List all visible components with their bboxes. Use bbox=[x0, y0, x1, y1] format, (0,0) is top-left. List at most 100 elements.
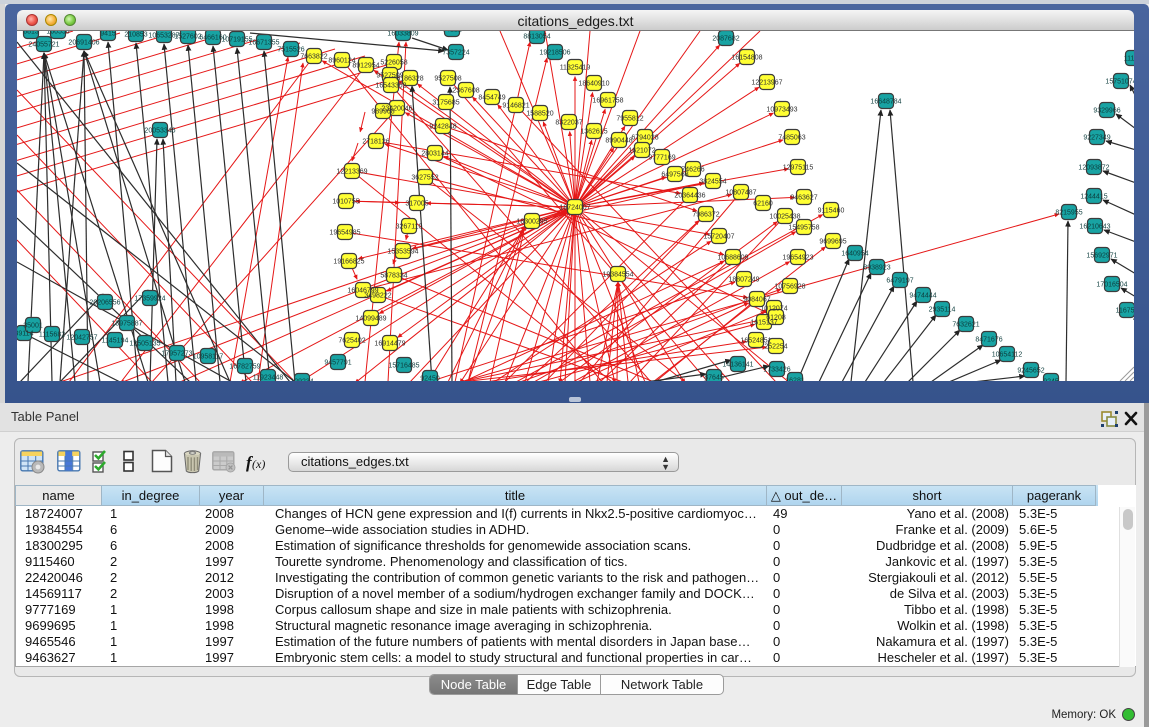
svg-text:8912954: 8912954 bbox=[352, 63, 379, 70]
svg-text:62160: 62160 bbox=[753, 201, 773, 208]
svg-text:2367608: 2367608 bbox=[452, 88, 479, 95]
svg-text:19384554: 19384554 bbox=[602, 272, 633, 279]
svg-text:20053346: 20053346 bbox=[144, 128, 175, 135]
svg-text:9463627: 9463627 bbox=[790, 195, 817, 202]
svg-text:7663822: 7663822 bbox=[300, 54, 327, 61]
svg-text:9115460: 9115460 bbox=[818, 208, 845, 215]
svg-text:1527602: 1527602 bbox=[174, 34, 201, 41]
svg-text:10807487: 10807487 bbox=[725, 190, 756, 197]
svg-text:1145194: 1145194 bbox=[102, 338, 129, 345]
svg-text:10958117: 10958117 bbox=[193, 354, 224, 361]
svg-text:11124: 11124 bbox=[1124, 56, 1134, 63]
svg-text:10756928: 10756928 bbox=[774, 284, 805, 291]
svg-text:16914479: 16914479 bbox=[374, 341, 405, 348]
svg-text:10973493: 10973493 bbox=[766, 107, 797, 114]
svg-text:16648784: 16648784 bbox=[870, 99, 901, 106]
svg-text:3824554: 3824554 bbox=[699, 179, 726, 186]
svg-text:9777169: 9777169 bbox=[648, 155, 675, 162]
svg-text:17016504: 17016504 bbox=[1096, 282, 1127, 289]
svg-text:16543362: 16543362 bbox=[375, 83, 406, 90]
svg-text:14099489: 14099489 bbox=[355, 316, 386, 323]
svg-text:15692971: 15692971 bbox=[1086, 253, 1117, 260]
svg-text:12213369: 12213369 bbox=[336, 169, 367, 176]
svg-text:1010755: 1010755 bbox=[332, 199, 359, 206]
svg-text:8990448: 8990448 bbox=[605, 138, 632, 145]
svg-text:16033809: 16033809 bbox=[387, 31, 418, 38]
svg-text:6479197: 6479197 bbox=[886, 278, 913, 285]
svg-text:9329966: 9329966 bbox=[1093, 108, 1120, 115]
svg-text:18724007: 18724007 bbox=[559, 205, 590, 212]
svg-text:129234: 129234 bbox=[290, 379, 313, 382]
svg-text:9146821: 9146821 bbox=[502, 103, 529, 110]
svg-text:8938923: 8938923 bbox=[863, 265, 890, 272]
svg-text:317005: 317005 bbox=[405, 201, 428, 208]
svg-text:92450: 92450 bbox=[420, 376, 440, 382]
svg-text:10025438: 10025438 bbox=[769, 214, 800, 221]
svg-text:1733426: 1733426 bbox=[763, 367, 790, 374]
svg-text:(x): (x) bbox=[252, 457, 265, 471]
svg-text:1115682: 1115682 bbox=[39, 332, 65, 339]
svg-text:2803144: 2803144 bbox=[421, 151, 448, 158]
svg-text:61208: 61208 bbox=[766, 315, 786, 322]
svg-text:9242848: 9242848 bbox=[429, 124, 456, 131]
svg-text:7986372: 7986372 bbox=[692, 212, 719, 219]
svg-text:9699695: 9699695 bbox=[819, 239, 846, 246]
svg-text:8322037: 8322037 bbox=[555, 120, 582, 127]
svg-text:16961758: 16961758 bbox=[592, 98, 623, 105]
svg-text:16671355: 16671355 bbox=[248, 40, 279, 47]
svg-text:15495758: 15495758 bbox=[788, 225, 819, 232]
svg-text:74122: 74122 bbox=[442, 31, 462, 34]
svg-text:10654112: 10654112 bbox=[992, 352, 1023, 359]
svg-text:1012074: 1012074 bbox=[760, 306, 787, 313]
svg-text:8215955: 8215955 bbox=[1055, 210, 1082, 217]
svg-text:12975115: 12975115 bbox=[783, 165, 814, 172]
svg-text:16154808: 16154808 bbox=[731, 55, 762, 62]
svg-text:9245: 9245 bbox=[1043, 379, 1059, 382]
svg-text:2935114: 2935114 bbox=[929, 307, 956, 314]
svg-text:1588520: 1588520 bbox=[526, 111, 553, 118]
svg-text:17957273: 17957273 bbox=[161, 351, 192, 358]
svg-text:7485063: 7485063 bbox=[778, 135, 805, 142]
svg-text:9227349: 9227349 bbox=[1083, 135, 1110, 142]
svg-text:12505135: 12505135 bbox=[129, 341, 160, 348]
svg-text:9457791: 9457791 bbox=[324, 360, 351, 367]
svg-text:7625402: 7625402 bbox=[338, 338, 365, 345]
svg-text:12093872: 12093872 bbox=[1078, 165, 1109, 172]
svg-text:9527508: 9527508 bbox=[434, 76, 461, 83]
svg-text:160558: 160558 bbox=[46, 31, 69, 36]
svg-text:1621072: 1621072 bbox=[628, 148, 655, 155]
svg-text:12042757: 12042757 bbox=[66, 335, 97, 342]
svg-text:16210643: 16210643 bbox=[1079, 224, 1110, 231]
svg-text:15720407: 15720407 bbox=[703, 234, 734, 241]
svg-text:20206556: 20206556 bbox=[89, 300, 120, 307]
svg-text:3267110: 3267110 bbox=[396, 224, 423, 231]
svg-text:9415: 9415 bbox=[100, 31, 116, 38]
svg-text:10688609: 10688609 bbox=[717, 255, 748, 262]
svg-text:8454749: 8454749 bbox=[478, 95, 505, 102]
svg-text:18300295: 18300295 bbox=[516, 219, 547, 226]
svg-text:2718126: 2718126 bbox=[362, 139, 389, 146]
svg-text:9245652: 9245652 bbox=[1017, 368, 1044, 375]
svg-text:24055721: 24055721 bbox=[28, 42, 59, 49]
svg-text:11923448: 11923448 bbox=[253, 375, 284, 382]
svg-text:116753: 116753 bbox=[1116, 308, 1134, 315]
svg-text:8813: 8813 bbox=[23, 31, 39, 36]
svg-text:7357224: 7357224 bbox=[442, 50, 469, 57]
svg-text:6794028: 6794028 bbox=[631, 135, 658, 142]
svg-text:3498222: 3498222 bbox=[364, 293, 391, 300]
svg-text:5878334: 5878334 bbox=[380, 273, 407, 280]
svg-text:16281: 16281 bbox=[785, 378, 805, 382]
svg-text:7632621: 7632621 bbox=[952, 322, 979, 329]
svg-text:15716485: 15716485 bbox=[388, 363, 419, 370]
svg-text:210853: 210853 bbox=[124, 32, 147, 39]
svg-text:87645: 87645 bbox=[704, 375, 724, 382]
svg-text:35001: 35001 bbox=[23, 323, 43, 330]
svg-text:2087682: 2087682 bbox=[712, 36, 739, 43]
svg-text:15353594: 15353594 bbox=[387, 249, 418, 256]
svg-text:18807249: 18807249 bbox=[728, 277, 759, 284]
svg-text:746266: 746266 bbox=[681, 167, 704, 174]
svg-text:17359924: 17359924 bbox=[134, 296, 165, 303]
svg-text:19654985: 19654985 bbox=[329, 230, 360, 237]
svg-text:1640954: 1640954 bbox=[841, 251, 868, 258]
svg-text:3627552: 3627552 bbox=[411, 175, 438, 182]
